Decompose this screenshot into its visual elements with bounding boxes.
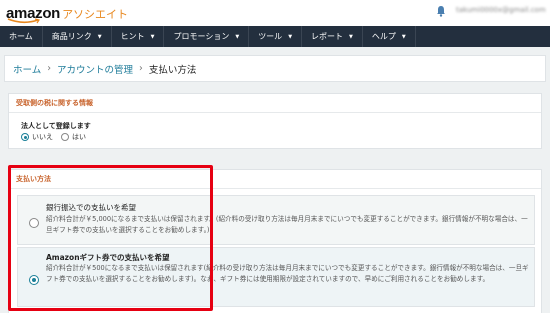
- section-title: 支払い方法: [9, 170, 541, 189]
- nav-item-tools[interactable]: ツール ▼: [249, 26, 303, 47]
- radio-no[interactable]: [21, 133, 29, 141]
- notification-bell-icon[interactable]: [436, 5, 446, 17]
- nav-label: ツール: [258, 32, 283, 41]
- breadcrumb: ホーム › アカウントの管理 › 支払い方法: [4, 55, 546, 82]
- caret-down-icon: ▼: [349, 33, 353, 40]
- radio-yes[interactable]: [61, 133, 69, 141]
- nav-item-promotions[interactable]: プロモーション ▼: [164, 26, 250, 47]
- nav-item-reports[interactable]: レポート ▼: [302, 26, 363, 47]
- amazon-associates-logo[interactable]: amazon アソシエイト: [6, 2, 129, 24]
- bank-transfer-option[interactable]: 銀行振込での支払いを希望 紹介料合計が￥5,000になるまで支払いは保留されます…: [17, 195, 535, 245]
- caret-down-icon: ▼: [288, 33, 293, 40]
- corporate-registration-label: 法人として登録します: [21, 122, 91, 130]
- nav-item-product-links[interactable]: 商品リンク ▼: [43, 26, 112, 47]
- logo-subtext: アソシエイト: [62, 8, 129, 21]
- tax-info-panel: 受取側の税に関する情報 法人として登録します いいえ はい: [8, 93, 542, 149]
- nav-item-home[interactable]: ホーム: [0, 26, 43, 47]
- section-title: 受取側の税に関する情報: [9, 94, 541, 113]
- corporate-registration-options: いいえ はい: [21, 132, 86, 142]
- top-header: amazon アソシエイト takumi0000x@gmail.com: [0, 0, 550, 26]
- breadcrumb-separator: ›: [139, 63, 143, 74]
- nav-label: プロモーション: [173, 32, 230, 41]
- caret-down-icon: ▼: [97, 33, 102, 40]
- gift-card-title: Amazonギフト券での支払いを希望: [46, 253, 170, 262]
- page-title: 支払い方法: [148, 64, 197, 76]
- breadcrumb-separator: ›: [47, 63, 52, 74]
- bank-transfer-radio[interactable]: [29, 218, 39, 228]
- breadcrumb-home-link[interactable]: ホーム: [13, 62, 41, 76]
- account-email[interactable]: takumi0000x@gmail.com: [456, 6, 546, 14]
- gift-card-radio[interactable]: [29, 275, 39, 285]
- nav-label: ヘルプ: [371, 32, 396, 41]
- nav-item-tips[interactable]: ヒント ▼: [112, 26, 165, 47]
- bank-transfer-title: 銀行振込での支払いを希望: [46, 203, 136, 212]
- payment-method-panel: 支払い方法 銀行振込での支払いを希望 紹介料合計が￥5,000になるまで支払いは…: [8, 169, 542, 313]
- nav-label: ホーム: [9, 32, 33, 41]
- gift-card-description: 紹介料合計が￥500になるまで支払いは保留されます(紹介料の受け取り方法は毎月月…: [46, 264, 529, 283]
- nav-label: 商品リンク: [51, 32, 92, 41]
- main-navigation: ホーム 商品リンク ▼ ヒント ▼ プロモーション ▼ ツール ▼ レポート ▼…: [0, 26, 550, 47]
- nav-label: レポート: [311, 32, 344, 41]
- nav-label: ヒント: [120, 32, 145, 41]
- caret-down-icon: ▼: [150, 33, 155, 40]
- bank-transfer-description: 紹介料合計が￥5,000になるまで支払いは保留されます。(紹介料の受け取り方法は…: [46, 215, 528, 234]
- main-content: ホーム › アカウントの管理 › 支払い方法 受取側の税に関する情報 法人として…: [0, 47, 550, 313]
- radio-yes-label[interactable]: はい: [72, 132, 86, 142]
- gift-card-option[interactable]: Amazonギフト券での支払いを希望 紹介料合計が￥500になるまで支払いは保留…: [17, 247, 535, 307]
- caret-down-icon: ▼: [401, 33, 406, 40]
- nav-item-help[interactable]: ヘルプ ▼: [363, 26, 416, 47]
- smile-arrow-icon: [7, 18, 40, 24]
- radio-no-label[interactable]: いいえ: [32, 132, 53, 142]
- breadcrumb-account-link[interactable]: アカウントの管理: [57, 62, 133, 76]
- caret-down-icon: ▼: [235, 33, 240, 40]
